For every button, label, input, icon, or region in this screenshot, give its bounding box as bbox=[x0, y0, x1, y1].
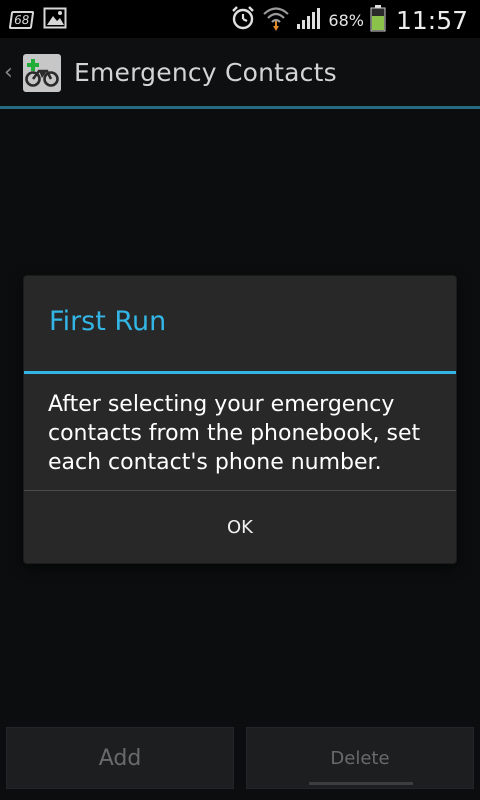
dialog-title: First Run bbox=[49, 306, 167, 337]
first-run-dialog: First Run After selecting your emergency… bbox=[24, 276, 456, 563]
delete-button-label: Delete bbox=[330, 747, 390, 769]
status-time: 11:57 bbox=[395, 5, 468, 35]
screen: 68 68% 11:57 ‹ Emergency Contacts First … bbox=[0, 0, 480, 800]
status-bar: 68 68% 11:57 bbox=[0, 0, 480, 38]
action-bar: ‹ Emergency Contacts bbox=[0, 38, 480, 108]
battery-percent: 68% bbox=[328, 10, 364, 30]
delete-button[interactable]: Delete bbox=[246, 727, 474, 789]
delete-button-indicator bbox=[309, 782, 413, 785]
status-bar-system: 68% 11:57 bbox=[230, 4, 468, 36]
image-icon bbox=[43, 7, 67, 33]
status-bar-notifications: 68 bbox=[8, 7, 67, 33]
alarm-icon bbox=[230, 5, 256, 35]
back-chevron-icon[interactable]: ‹ bbox=[4, 60, 13, 85]
page-title: Emergency Contacts bbox=[74, 58, 337, 87]
wifi-icon bbox=[262, 4, 290, 36]
add-button[interactable]: Add bbox=[6, 727, 234, 789]
action-bar-divider bbox=[0, 106, 480, 109]
battery-icon bbox=[370, 4, 386, 36]
notification-counter-icon: 68 bbox=[8, 11, 35, 29]
dialog-message: After selecting your emergency contacts … bbox=[48, 392, 421, 475]
signal-icon bbox=[296, 6, 322, 34]
ok-button[interactable]: OK bbox=[24, 491, 456, 563]
app-logo-icon[interactable] bbox=[23, 54, 61, 92]
dialog-title-divider bbox=[24, 371, 456, 374]
